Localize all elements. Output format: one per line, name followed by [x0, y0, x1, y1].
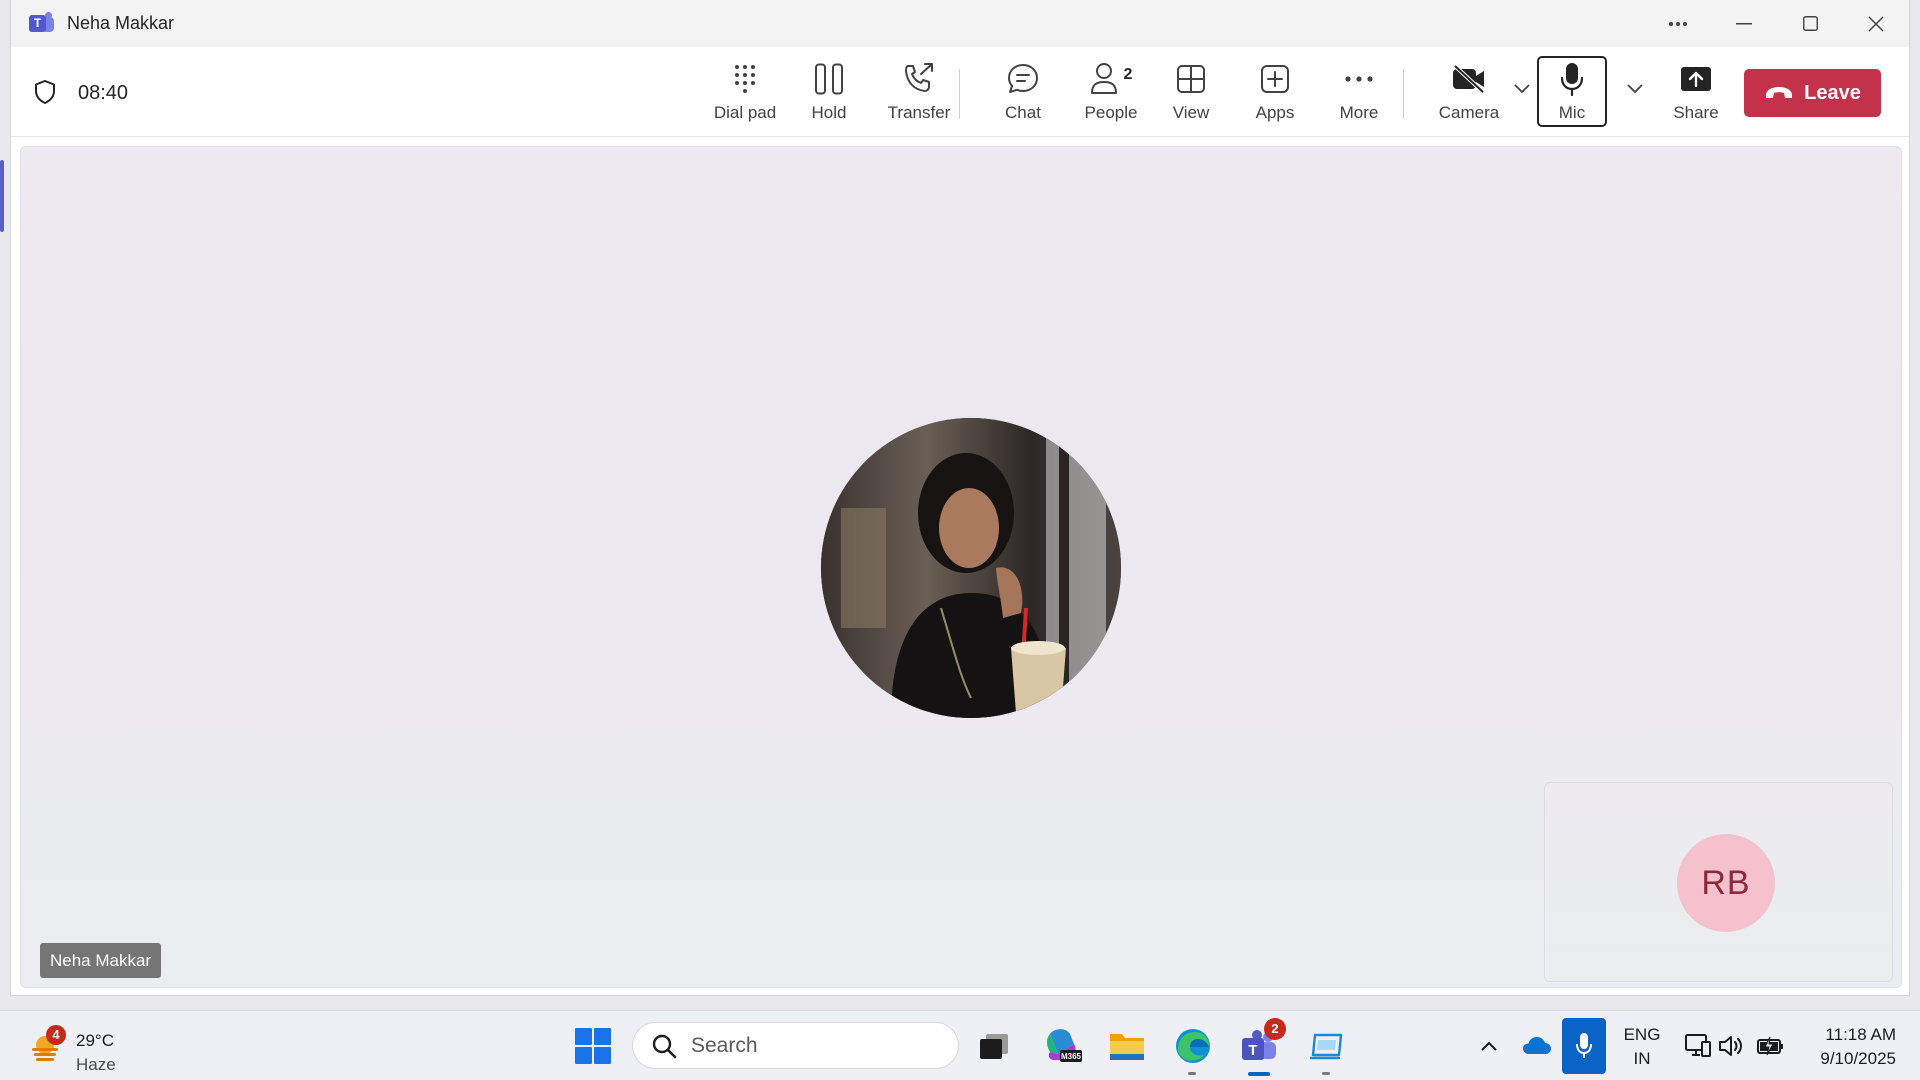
m365-icon[interactable]: M365 [1042, 1025, 1084, 1067]
share-label: Share [1673, 103, 1719, 122]
active-app-indicator [1248, 1072, 1270, 1076]
toolbar-divider [1403, 69, 1404, 119]
teams-logo-icon: T [29, 11, 55, 35]
volume-icon[interactable] [1716, 1030, 1748, 1062]
camera-button[interactable]: Camera [1431, 59, 1507, 131]
input-language-indicator[interactable]: ENG IN [1620, 1023, 1664, 1071]
taskbar-search-box[interactable]: Search [632, 1022, 959, 1069]
onedrive-icon[interactable] [1521, 1030, 1553, 1062]
clock-time: 11:18 AM [1825, 1025, 1896, 1044]
windows-taskbar: 4 29°C Haze Search M365 T 2 ENG IN 11:18… [0, 1010, 1920, 1080]
running-indicator [1188, 1072, 1196, 1075]
more-button[interactable]: More [1331, 59, 1387, 131]
dialpad-icon [734, 59, 756, 99]
participant-name-tag: Neha Makkar [40, 943, 162, 978]
call-timer: 08:40 [78, 82, 129, 104]
view-button[interactable]: View [1163, 59, 1219, 131]
language-code: ENG [1623, 1025, 1661, 1044]
transfer-label: Transfer [887, 103, 951, 122]
snipping-tool-icon[interactable] [1306, 1025, 1348, 1075]
weather-widget[interactable]: 4 29°C Haze [26, 1025, 166, 1074]
self-avatar-initials: RB [1677, 834, 1775, 932]
minimize-button[interactable] [1711, 0, 1777, 47]
start-button[interactable] [575, 1028, 611, 1064]
dial-pad-label: Dial pad [713, 103, 777, 122]
microphone-icon [1560, 59, 1584, 99]
call-toolbar: 08:40 Dial pad Hold Transfer Chat 2 Peop… [11, 47, 1909, 137]
chat-label: Chat [1005, 103, 1041, 122]
maximize-button[interactable] [1777, 0, 1843, 47]
view-label: View [1172, 103, 1210, 122]
dial-pad-button[interactable]: Dial pad [703, 59, 787, 131]
network-icon[interactable] [1682, 1030, 1714, 1062]
running-indicator [1322, 1072, 1330, 1075]
mic-options-chevron-icon[interactable] [1625, 79, 1645, 99]
search-placeholder: Search [691, 1033, 758, 1057]
people-icon: 2 [1090, 59, 1133, 99]
add-app-icon [1260, 59, 1290, 99]
camera-off-icon [1451, 59, 1487, 99]
battery-charging-icon[interactable] [1755, 1030, 1787, 1062]
more-options-icon[interactable] [1645, 0, 1711, 47]
people-label: People [1084, 103, 1138, 122]
windows-logo-icon [575, 1028, 592, 1045]
task-view-icon[interactable] [973, 1025, 1015, 1067]
apps-button[interactable]: Apps [1247, 59, 1303, 131]
leave-call-button[interactable]: Leave [1744, 69, 1881, 117]
edge-icon[interactable] [1172, 1025, 1214, 1075]
weather-condition: Haze [76, 1055, 116, 1074]
background-window-edge [0, 160, 4, 232]
title-bar: T Neha Makkar [11, 0, 1909, 47]
teams-notification-badge: 2 [1264, 1018, 1286, 1040]
transfer-button[interactable]: Transfer [876, 59, 962, 131]
grid-view-icon [1176, 59, 1206, 99]
people-count: 2 [1123, 66, 1133, 83]
hang-up-icon [1766, 87, 1793, 98]
clock-date: 9/10/2025 [1820, 1049, 1896, 1068]
teams-call-window: T Neha Makkar 08:40 Dial pad Hold Transf… [10, 0, 1910, 996]
search-icon [652, 1034, 677, 1058]
leave-label: Leave [1804, 81, 1861, 104]
phone-transfer-icon [902, 59, 936, 99]
mic-button[interactable]: Mic [1547, 59, 1597, 131]
more-icon [1345, 59, 1373, 99]
show-hidden-icons-chevron-icon[interactable] [1473, 1030, 1505, 1062]
shield-icon[interactable] [33, 79, 57, 105]
svg-text:M365: M365 [1061, 1052, 1082, 1061]
system-clock[interactable]: 11:18 AM 9/10/2025 [1800, 1023, 1896, 1071]
apps-label: Apps [1255, 103, 1295, 122]
camera-options-chevron-icon[interactable] [1512, 79, 1532, 99]
file-explorer-icon[interactable] [1106, 1025, 1148, 1067]
people-button[interactable]: 2 People [1076, 59, 1146, 131]
region-code: IN [1633, 1049, 1651, 1068]
hold-label: Hold [811, 103, 847, 122]
weather-badge: 4 [46, 1025, 66, 1045]
share-button[interactable]: Share [1666, 59, 1726, 131]
close-button[interactable] [1843, 0, 1909, 47]
self-view-tile[interactable]: RB [1544, 782, 1893, 982]
camera-label: Camera [1438, 103, 1500, 122]
window-title: Neha Makkar [67, 13, 175, 33]
svg-text:T: T [1248, 1042, 1257, 1059]
toolbar-divider [959, 69, 960, 119]
chat-button[interactable]: Chat [995, 59, 1051, 131]
more-label: More [1339, 103, 1379, 122]
teams-taskbar-icon[interactable]: T 2 [1238, 1018, 1286, 1076]
mic-label: Mic [1558, 103, 1586, 122]
chat-icon [1006, 59, 1040, 99]
hold-button[interactable]: Hold [801, 59, 857, 131]
participant-avatar-photo[interactable] [821, 418, 1121, 718]
weather-temperature: 29°C [76, 1031, 114, 1050]
pause-icon [814, 59, 844, 99]
call-stage: Neha Makkar RB [20, 146, 1902, 988]
mic-in-use-icon[interactable] [1562, 1018, 1606, 1074]
share-screen-icon [1680, 59, 1712, 99]
